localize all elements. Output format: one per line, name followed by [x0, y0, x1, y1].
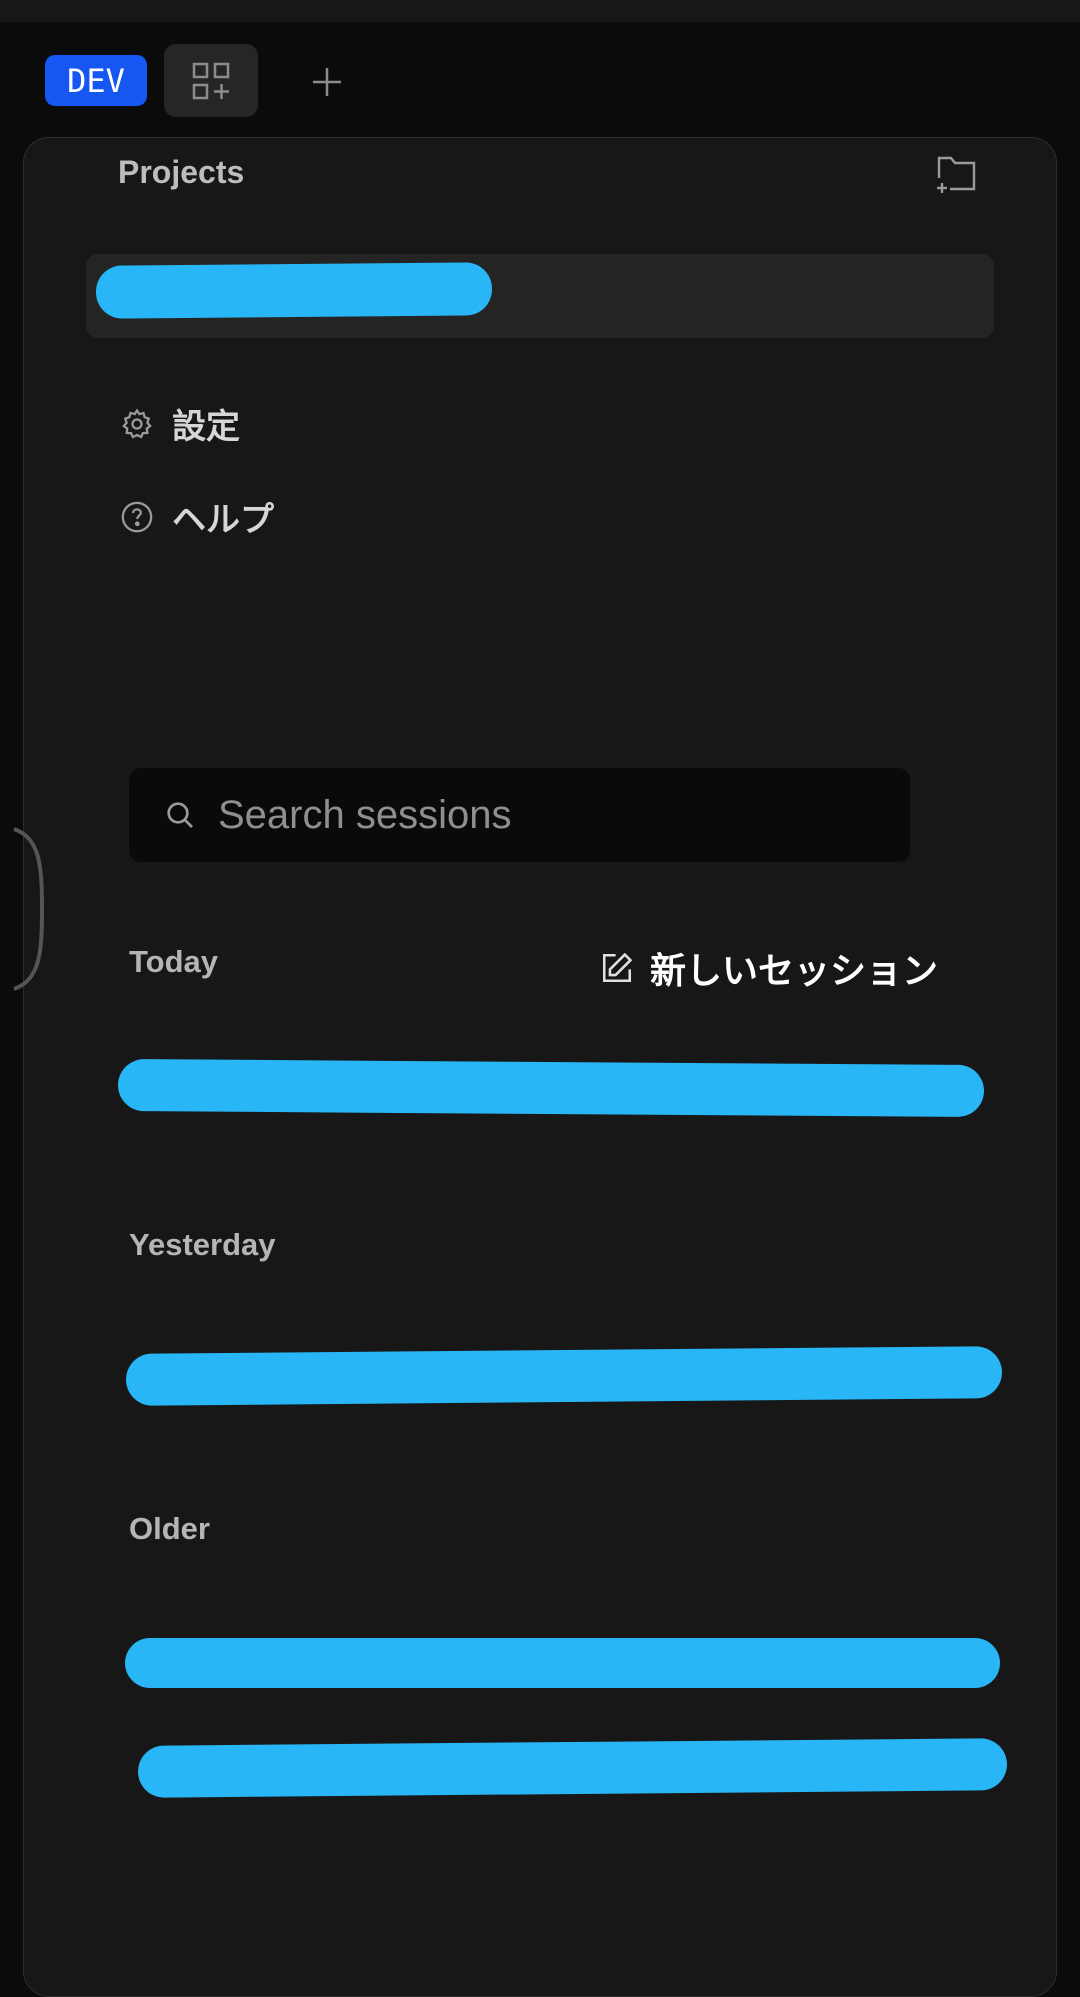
sidebar-collapse-handle[interactable] [0, 826, 44, 992]
redacted-session-older-1[interactable] [125, 1638, 1000, 1688]
redacted-session-yesterday[interactable] [125, 1346, 1003, 1406]
env-badge: DEV [45, 55, 147, 106]
new-session-label: 新しいセッション [650, 950, 939, 991]
help-menu-item[interactable]: ヘルプ [120, 492, 274, 541]
redacted-project-name [95, 262, 493, 319]
add-tab-button[interactable] [300, 55, 354, 109]
group-label-today: Today [129, 944, 218, 979]
new-project-button[interactable] [934, 154, 978, 194]
projects-title: Projects [118, 154, 245, 190]
grid-plus-icon [192, 62, 230, 99]
plus-icon [313, 68, 341, 96]
search-input[interactable] [216, 791, 860, 839]
settings-menu-item[interactable]: 設定 [120, 399, 240, 448]
folder-plus-icon [937, 156, 976, 193]
gear-icon [122, 407, 152, 439]
settings-label: 設定 [172, 408, 240, 446]
edit-icon [602, 952, 633, 983]
group-label-older: Older [129, 1511, 210, 1546]
redacted-session-older-2[interactable] [137, 1738, 1008, 1798]
search-sessions-box[interactable] [129, 768, 910, 862]
group-label-yesterday: Yesterday [129, 1227, 276, 1262]
search-icon [167, 802, 193, 828]
top-strip [0, 0, 1080, 22]
redacted-session-today[interactable] [117, 1058, 985, 1118]
help-label: ヘルプ [172, 501, 274, 539]
new-session-button[interactable]: 新しいセッション [600, 942, 938, 994]
apps-button[interactable] [164, 44, 258, 117]
help-circle-icon [121, 501, 153, 532]
